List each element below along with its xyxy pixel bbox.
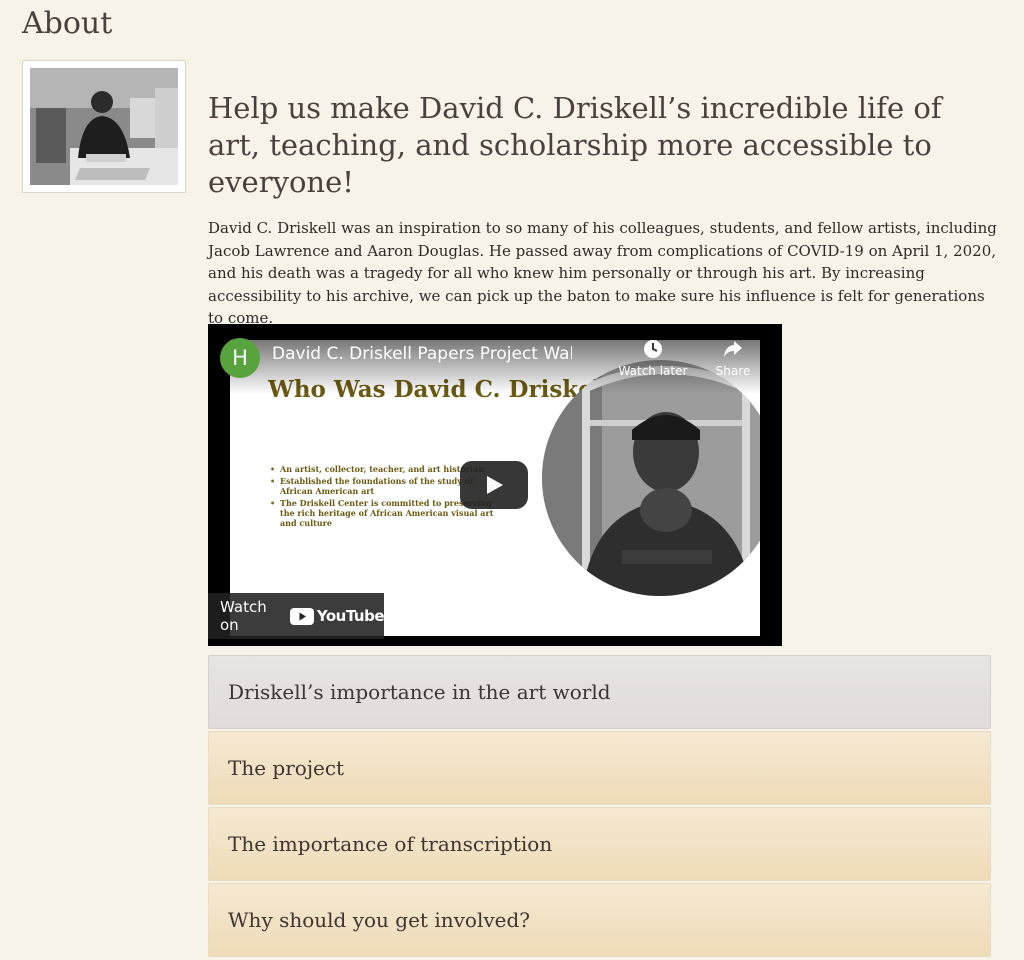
video-title-link[interactable]: David C. Driskell Papers Project Walk-th… [272, 344, 572, 364]
intro-heading: Help us make David C. Driskell’s incredi… [208, 91, 942, 199]
driskell-photo [30, 68, 178, 185]
intro-paragraph: David C. Driskell was an inspiration to … [208, 219, 997, 327]
clock-icon [644, 340, 662, 358]
play-icon [487, 476, 503, 494]
accordion-label: The project [228, 756, 345, 780]
page-title: About [22, 6, 113, 41]
youtube-play-icon [289, 607, 314, 625]
accordion-project[interactable]: The project [208, 731, 991, 805]
watch-later-button[interactable]: Watch later [618, 338, 688, 378]
driskell-photo-thumbnail [22, 60, 186, 193]
youtube-wordmark: YouTube [316, 607, 385, 625]
youtube-video-embed[interactable]: Who Was David C. Driskell? An artist, co… [208, 324, 782, 646]
watch-on-label: Watch on [220, 598, 267, 634]
accordion-get-involved[interactable]: Why should you get involved? [208, 883, 991, 957]
share-label: Share [715, 364, 751, 378]
accordion-label: Driskell’s importance in the art world [228, 680, 611, 704]
accordion-importance[interactable]: Driskell’s importance in the art world [208, 655, 991, 729]
driskell-portrait [542, 360, 760, 596]
accordion-label: Why should you get involved? [228, 908, 531, 932]
watch-later-label: Watch later [618, 364, 688, 378]
accordion-label: The importance of transcription [228, 832, 553, 856]
watch-on-youtube-button[interactable]: Watch on YouTube [208, 593, 385, 639]
share-arrow-icon [724, 341, 742, 357]
play-button[interactable] [460, 461, 528, 509]
accordion-transcription[interactable]: The importance of transcription [208, 807, 991, 881]
share-button[interactable]: Share [698, 338, 768, 378]
channel-avatar[interactable]: H [220, 338, 260, 378]
youtube-logo: YouTube [289, 607, 385, 625]
